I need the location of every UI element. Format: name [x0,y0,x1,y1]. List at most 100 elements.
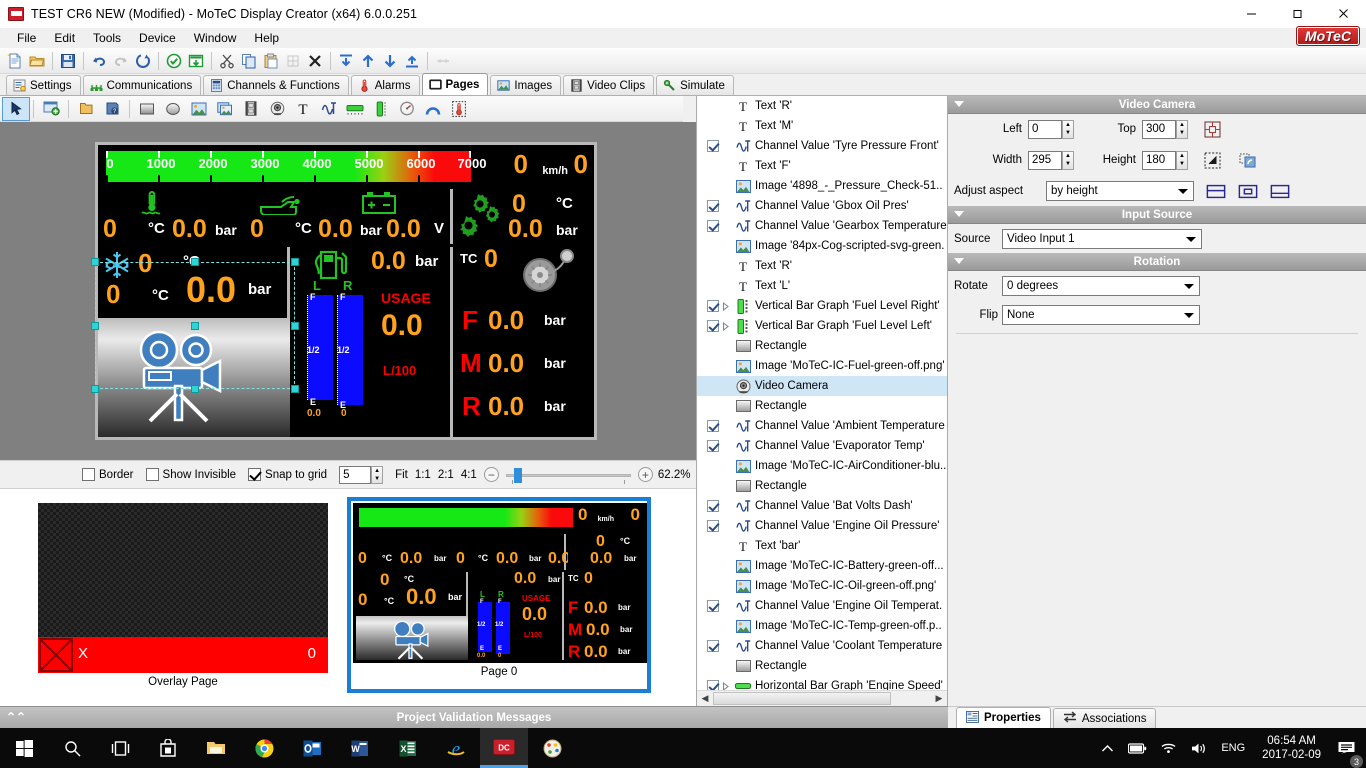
close-icon[interactable] [1320,0,1366,28]
windows-start-icon[interactable] [0,728,48,768]
tree-row-checkbox[interactable] [707,440,719,452]
width-input[interactable]: 295 [1028,150,1062,170]
expand-triangle-icon[interactable] [719,301,733,311]
horizontal-bar-tool-icon[interactable] [342,98,368,120]
chevron-down-icon[interactable] [1184,283,1194,289]
tab-communications[interactable]: Communications [82,75,202,95]
tree-row-checkbox[interactable] [707,200,719,212]
page-thumb-page0[interactable]: 0 km/h 0 0 °C 0.0 bar 0 °C 0.0 bar 0.0 0 [347,497,651,693]
tree-row-selected[interactable]: Video Camera [697,376,947,396]
refresh-icon[interactable] [132,50,154,72]
duplicate-object-icon[interactable] [1238,150,1258,170]
chevron-down-icon[interactable] [1184,312,1194,318]
zoom-out-button[interactable]: − [483,467,499,482]
tree-row-checkbox[interactable] [707,140,719,152]
menu-help[interactable]: Help [245,29,288,47]
tree-row[interactable]: Image 'MoTeC-IC-Battery-green-off... [697,556,947,576]
chevron-down-icon[interactable] [1186,236,1196,242]
thermometer-tool-icon[interactable] [446,98,472,120]
tree-row-checkbox[interactable] [707,220,719,232]
show-hidden-icons-icon[interactable] [1094,728,1121,768]
menu-window[interactable]: Window [185,29,246,47]
arc-gauge-tool-icon[interactable] [420,98,446,120]
overlay-page-preview[interactable]: X 0 [38,503,328,673]
ellipse-tool-icon[interactable] [160,98,186,120]
task-view-icon[interactable] [96,728,144,768]
page-thumb-overlay[interactable]: X 0 Overlay Page [38,503,328,688]
move-down-icon[interactable] [379,50,401,72]
volume-icon[interactable] [1184,728,1214,768]
tree-row[interactable]: Image '4898_-_Pressure_Check-51.. [697,176,947,196]
new-page-icon[interactable] [38,98,64,120]
scroll-left-arrow[interactable]: ◀ [697,691,713,707]
show-invisible-checkbox[interactable]: Show Invisible [145,468,236,481]
outlook-icon[interactable] [288,728,336,768]
vertical-bar-tool-icon[interactable] [368,98,394,120]
collapse-triangle-icon[interactable] [954,101,964,107]
tree-row[interactable]: Image 'MoTeC-IC-Oil-green-off.png' [697,576,947,596]
display-creator-icon[interactable]: DC [480,728,528,768]
clock[interactable]: 06:54 AM 2017-02-09 [1252,728,1331,768]
tree-row[interactable]: T Text 'R' [697,256,947,276]
video-clip-tool-icon[interactable] [238,98,264,120]
tree-row[interactable]: Channel Value 'Coolant Temperature [697,636,947,656]
show-invisible-checkbox-box[interactable] [145,468,159,481]
zoom-preset-4-1[interactable]: 4:1 [461,469,477,481]
menu-file[interactable]: File [8,29,45,47]
tree-row[interactable]: Rectangle [697,476,947,496]
tree-row[interactable]: Rectangle [697,656,947,676]
excel-icon[interactable]: X [384,728,432,768]
wifi-icon[interactable] [1154,728,1184,768]
zoom-preset-1-1[interactable]: 1:1 [415,469,431,481]
element-tree-panel[interactable]: T Text 'R' T Text 'M' Channel Value 'Tyre Pr… [696,96,948,706]
page-properties-icon[interactable]: ? [99,98,125,120]
tree-row[interactable]: T Text 'L' [697,276,947,296]
snap-to-grid-checkbox[interactable]: Snap to grid [248,468,327,481]
align-bottom-icon[interactable] [1270,181,1290,201]
save-icon[interactable] [57,50,79,72]
tree-row[interactable]: Image 'MoTeC-IC-Temp-green-off.p.. [697,616,947,636]
tree-row[interactable]: T Text 'M' [697,116,947,136]
rectangle-tool-icon[interactable] [134,98,160,120]
tree-row[interactable]: Image 'MoTeC-IC-AirConditioner-blu.. [697,456,947,476]
flip-select[interactable]: None [1002,304,1200,325]
check-circle-icon[interactable] [163,50,185,72]
tab-settings[interactable]: Settings [6,75,81,95]
top-input[interactable]: 300 [1142,119,1176,139]
tree-row[interactable]: Image 'MoTeC-IC-Fuel-green-off.png' [697,356,947,376]
delete-x-icon[interactable] [304,50,326,72]
source-select[interactable]: Video Input 1 [1002,228,1202,249]
tree-row[interactable]: T Text 'R' [697,96,947,116]
rotate-select[interactable]: 0 degrees [1002,275,1200,296]
move-up-icon[interactable] [357,50,379,72]
menu-device[interactable]: Device [130,29,185,47]
scroll-thumb[interactable] [713,692,891,705]
copy-icon[interactable] [238,50,260,72]
group-header-video-camera[interactable]: Video Camera [948,96,1366,114]
menu-edit[interactable]: Edit [45,29,84,47]
image-sequence-tool-icon[interactable] [212,98,238,120]
tree-row[interactable]: Channel Value 'Bat Volts Dash' [697,496,947,516]
internet-explorer-icon[interactable]: e [432,728,480,768]
top-stepper[interactable]: ▲ ▼ [1176,119,1188,139]
tree-row[interactable]: Channel Value 'Engine Oil Temperat. [697,596,947,616]
grid-size-input[interactable]: 5 [339,465,372,484]
tree-row-checkbox[interactable] [707,300,719,312]
cut-icon[interactable] [216,50,238,72]
pages-thumbnail-area[interactable]: X 0 Overlay Page 0 km/h 0 0 °C 0.0 bar 0… [0,488,696,706]
tree-row-checkbox[interactable] [707,520,719,532]
store-icon[interactable] [144,728,192,768]
align-top-icon[interactable] [1206,181,1226,201]
maximize-icon[interactable] [1274,0,1320,28]
height-input[interactable]: 180 [1142,150,1176,170]
adjust-aspect-select[interactable]: by height [1046,181,1194,201]
validation-messages-bar[interactable]: ⌃⌃ Project Validation Messages [0,706,948,728]
chevron-down-icon[interactable] [1178,189,1188,194]
tab-video-clips[interactable]: Video Clips [563,75,655,95]
resize-object-icon[interactable] [1202,150,1222,170]
tab-channels-functions[interactable]: Channels & Functions [203,75,349,95]
dashboard-preview[interactable]: 0 1000 2000 3000 4000 5000 6000 7000 0 k… [95,142,597,440]
open-folder-icon[interactable] [26,50,48,72]
tree-row[interactable]: Channel Value 'Evaporator Temp' [697,436,947,456]
zoom-preset-2-1[interactable]: 2:1 [438,469,454,481]
